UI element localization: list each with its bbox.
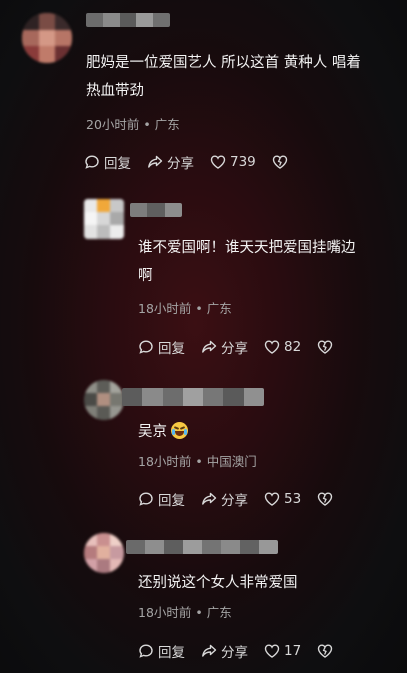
avatar[interactable]	[84, 533, 124, 573]
reply-button[interactable]: 回复	[138, 641, 185, 661]
like-button[interactable]: 739	[210, 154, 256, 170]
comment-text: 肥妈是一位爱国艺人 所以这首 黄种人 唱着 热血带劲	[86, 55, 361, 99]
comment-meta: 18小时前 • 广东	[138, 605, 232, 620]
reply-button[interactable]: 回复	[84, 152, 131, 172]
comment-meta: 18小时前 • 广东	[138, 301, 232, 316]
username-blurred[interactable]	[86, 13, 170, 27]
comment-meta: 18小时前 • 中国澳门	[138, 454, 257, 469]
comment-text: 谁不爱国啊！谁天天把爱国挂嘴边 啊	[138, 240, 356, 284]
share-icon	[202, 492, 217, 505]
like-button[interactable]: 82	[264, 339, 301, 355]
reply-label: 回复	[158, 645, 185, 661]
reply-icon	[139, 492, 153, 506]
comment-actions: 回复 分享 17	[138, 641, 353, 661]
broken-heart-icon	[272, 155, 287, 169]
reply-label: 回复	[158, 341, 185, 357]
avatar[interactable]	[84, 380, 124, 420]
comment-actions: 回复 分享 82	[138, 337, 353, 357]
reply-button[interactable]: 回复	[138, 489, 185, 509]
dislike-button[interactable]	[272, 154, 292, 170]
like-button[interactable]: 53	[264, 491, 301, 507]
share-icon	[202, 340, 217, 353]
reply-icon	[139, 644, 153, 658]
share-label: 分享	[221, 341, 248, 357]
share-button[interactable]: 分享	[201, 641, 248, 661]
avatar[interactable]	[22, 13, 72, 63]
username-blurred[interactable]	[130, 203, 182, 217]
avatar[interactable]	[84, 199, 124, 239]
like-count: 53	[284, 491, 302, 507]
share-icon	[148, 155, 163, 168]
share-icon	[202, 644, 217, 657]
reply-label: 回复	[158, 493, 185, 509]
share-label: 分享	[221, 493, 248, 509]
reply-icon	[85, 155, 99, 169]
username-blurred[interactable]	[126, 540, 278, 554]
comment-actions: 回复 分享 739	[84, 152, 308, 172]
dislike-button[interactable]	[317, 491, 337, 507]
reply-button[interactable]: 回复	[138, 337, 185, 357]
heart-icon	[264, 492, 280, 506]
reply-label: 回复	[104, 156, 131, 172]
share-button[interactable]: 分享	[201, 489, 248, 509]
dislike-button[interactable]	[317, 643, 337, 659]
comment-meta: 20小时前 • 广东	[86, 117, 180, 132]
heart-icon	[264, 340, 280, 354]
share-button[interactable]: 分享	[201, 337, 248, 357]
broken-heart-icon	[317, 340, 333, 354]
reply-icon	[139, 340, 153, 354]
comment-text: 还别说这个女人非常爱国	[138, 575, 298, 591]
heart-icon	[210, 155, 226, 169]
username-blurred[interactable]	[122, 388, 264, 406]
like-count: 82	[284, 339, 302, 355]
like-button[interactable]: 17	[264, 643, 301, 659]
comment-actions: 回复 分享 53	[138, 489, 353, 509]
share-button[interactable]: 分享	[147, 152, 194, 172]
heart-icon	[264, 644, 280, 658]
broken-heart-icon	[317, 644, 333, 658]
crying-laughing-emoji-icon	[171, 422, 188, 439]
comment-text-label: 吴京	[138, 424, 167, 440]
share-label: 分享	[221, 645, 248, 661]
share-label: 分享	[167, 156, 194, 172]
dislike-button[interactable]	[317, 339, 337, 355]
broken-heart-icon	[317, 492, 333, 506]
like-count: 739	[230, 154, 256, 170]
like-count: 17	[284, 643, 302, 659]
comment-text: 吴京	[138, 418, 400, 446]
